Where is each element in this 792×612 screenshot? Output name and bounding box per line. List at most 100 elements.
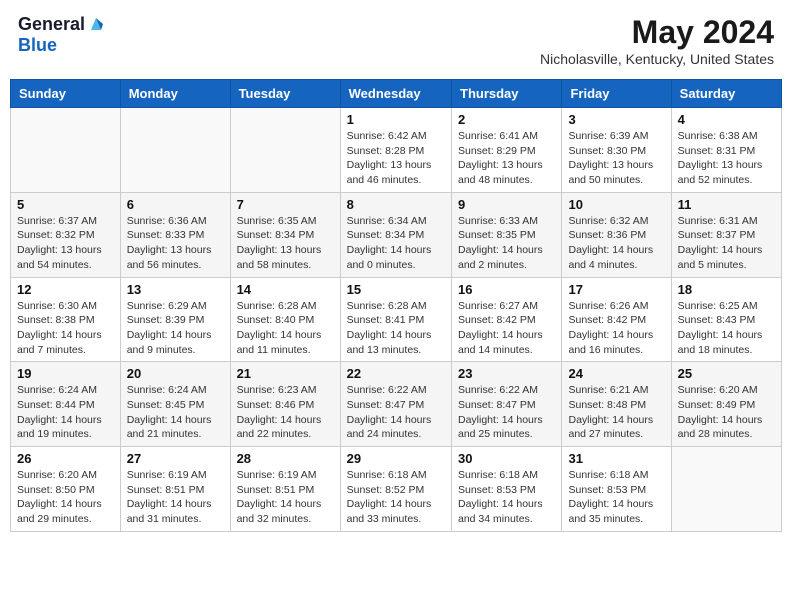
day-number: 10 [568,197,664,212]
month-year-title: May 2024 [540,14,774,51]
day-info: Sunrise: 6:27 AM Sunset: 8:42 PM Dayligh… [458,299,555,358]
logo-icon [87,14,105,32]
calendar-cell [230,108,340,193]
day-number: 2 [458,112,555,127]
day-info: Sunrise: 6:34 AM Sunset: 8:34 PM Dayligh… [347,214,445,273]
calendar-cell: 23Sunrise: 6:22 AM Sunset: 8:47 PM Dayli… [452,362,562,447]
day-number: 8 [347,197,445,212]
day-info: Sunrise: 6:19 AM Sunset: 8:51 PM Dayligh… [127,468,224,527]
calendar-cell: 5Sunrise: 6:37 AM Sunset: 8:32 PM Daylig… [11,192,121,277]
day-number: 30 [458,451,555,466]
logo-general-text: General [18,14,85,35]
calendar-cell: 10 Sunrise: 6:32 AM Sunset: 8:36 PM Dayli… [562,192,671,277]
day-info: Sunrise: 6:36 AM Sunset: 8:33 PM Dayligh… [127,214,224,273]
calendar-cell: 6 Sunrise: 6:36 AM Sunset: 8:33 PM Daylig… [120,192,230,277]
logo: General Blue [18,14,105,56]
calendar-cell: 26 Sunrise: 6:20 AM Sunset: 8:50 PM Dayli… [11,447,121,532]
day-info: Sunrise: 6:28 AM Sunset: 8:41 PM Dayligh… [347,299,445,358]
day-info: Sunrise: 6:24 AM Sunset: 8:45 PM Dayligh… [127,383,224,442]
day-info: Sunrise: 6:33 AM Sunset: 8:35 PM Dayligh… [458,214,555,273]
calendar-cell: 9 Sunrise: 6:33 AM Sunset: 8:35 PM Daylig… [452,192,562,277]
column-header-monday: Monday [120,80,230,108]
calendar-cell: 18 Sunrise: 6:25 AM Sunset: 8:43 PM Dayli… [671,277,781,362]
day-number: 3 [568,112,664,127]
calendar-cell: 31 Sunrise: 6:18 AM Sunset: 8:53 PM Dayli… [562,447,671,532]
calendar-cell: 28Sunrise: 6:19 AM Sunset: 8:51 PM Dayli… [230,447,340,532]
day-number: 6 [127,197,224,212]
day-number: 31 [568,451,664,466]
calendar-cell: 15Sunrise: 6:28 AM Sunset: 8:41 PM Dayli… [340,277,451,362]
logo-blue-text: Blue [18,35,57,55]
calendar-cell: 7Sunrise: 6:35 AM Sunset: 8:34 PM Daylig… [230,192,340,277]
day-info: Sunrise: 6:42 AM Sunset: 8:28 PM Dayligh… [347,129,445,188]
day-info: Sunrise: 6:20 AM Sunset: 8:49 PM Dayligh… [678,383,775,442]
day-number: 5 [17,197,114,212]
day-number: 27 [127,451,224,466]
day-info: Sunrise: 6:32 AM Sunset: 8:36 PM Dayligh… [568,214,664,273]
calendar-cell: 3 Sunrise: 6:39 AM Sunset: 8:30 PM Daylig… [562,108,671,193]
calendar-week-row: 19Sunrise: 6:24 AM Sunset: 8:44 PM Dayli… [11,362,782,447]
column-header-wednesday: Wednesday [340,80,451,108]
column-header-sunday: Sunday [11,80,121,108]
day-number: 9 [458,197,555,212]
location-subtitle: Nicholasville, Kentucky, United States [540,51,774,67]
day-info: Sunrise: 6:24 AM Sunset: 8:44 PM Dayligh… [17,383,114,442]
column-header-thursday: Thursday [452,80,562,108]
calendar-cell: 12 Sunrise: 6:30 AM Sunset: 8:38 PM Dayli… [11,277,121,362]
day-info: Sunrise: 6:30 AM Sunset: 8:38 PM Dayligh… [17,299,114,358]
day-info: Sunrise: 6:41 AM Sunset: 8:29 PM Dayligh… [458,129,555,188]
day-number: 4 [678,112,775,127]
day-number: 14 [237,282,334,297]
day-number: 26 [17,451,114,466]
column-header-tuesday: Tuesday [230,80,340,108]
column-header-friday: Friday [562,80,671,108]
calendar-cell: 14Sunrise: 6:28 AM Sunset: 8:40 PM Dayli… [230,277,340,362]
day-number: 1 [347,112,445,127]
day-info: Sunrise: 6:26 AM Sunset: 8:42 PM Dayligh… [568,299,664,358]
calendar-cell: 1 Sunrise: 6:42 AM Sunset: 8:28 PM Daylig… [340,108,451,193]
calendar-cell: 13 Sunrise: 6:29 AM Sunset: 8:39 PM Dayli… [120,277,230,362]
calendar-week-row: 12 Sunrise: 6:30 AM Sunset: 8:38 PM Dayli… [11,277,782,362]
day-number: 29 [347,451,445,466]
calendar-cell: 25 Sunrise: 6:20 AM Sunset: 8:49 PM Dayli… [671,362,781,447]
calendar-cell: 16 Sunrise: 6:27 AM Sunset: 8:42 PM Dayli… [452,277,562,362]
calendar-header-row: SundayMondayTuesdayWednesdayThursdayFrid… [11,80,782,108]
day-number: 21 [237,366,334,381]
calendar-cell: 4 Sunrise: 6:38 AM Sunset: 8:31 PM Daylig… [671,108,781,193]
day-number: 24 [568,366,664,381]
calendar-cell [671,447,781,532]
day-number: 23 [458,366,555,381]
calendar-cell: 29 Sunrise: 6:18 AM Sunset: 8:52 PM Dayli… [340,447,451,532]
day-info: Sunrise: 6:39 AM Sunset: 8:30 PM Dayligh… [568,129,664,188]
day-number: 17 [568,282,664,297]
day-info: Sunrise: 6:29 AM Sunset: 8:39 PM Dayligh… [127,299,224,358]
calendar-week-row: 26 Sunrise: 6:20 AM Sunset: 8:50 PM Dayli… [11,447,782,532]
calendar-cell: 8 Sunrise: 6:34 AM Sunset: 8:34 PM Daylig… [340,192,451,277]
day-info: Sunrise: 6:21 AM Sunset: 8:48 PM Dayligh… [568,383,664,442]
calendar-cell [11,108,121,193]
calendar-cell: 22Sunrise: 6:22 AM Sunset: 8:47 PM Dayli… [340,362,451,447]
column-header-saturday: Saturday [671,80,781,108]
day-number: 18 [678,282,775,297]
calendar-cell [120,108,230,193]
day-number: 25 [678,366,775,381]
calendar-cell: 30Sunrise: 6:18 AM Sunset: 8:53 PM Dayli… [452,447,562,532]
page-header: General Blue May 2024 Nicholasville, Ken… [10,10,782,71]
calendar-cell: 19Sunrise: 6:24 AM Sunset: 8:44 PM Dayli… [11,362,121,447]
day-info: Sunrise: 6:25 AM Sunset: 8:43 PM Dayligh… [678,299,775,358]
day-info: Sunrise: 6:20 AM Sunset: 8:50 PM Dayligh… [17,468,114,527]
calendar-week-row: 5Sunrise: 6:37 AM Sunset: 8:32 PM Daylig… [11,192,782,277]
calendar-week-row: 1 Sunrise: 6:42 AM Sunset: 8:28 PM Daylig… [11,108,782,193]
day-info: Sunrise: 6:38 AM Sunset: 8:31 PM Dayligh… [678,129,775,188]
day-info: Sunrise: 6:18 AM Sunset: 8:53 PM Dayligh… [568,468,664,527]
day-number: 13 [127,282,224,297]
day-number: 12 [17,282,114,297]
calendar-table: SundayMondayTuesdayWednesdayThursdayFrid… [10,79,782,532]
day-info: Sunrise: 6:19 AM Sunset: 8:51 PM Dayligh… [237,468,334,527]
day-number: 11 [678,197,775,212]
calendar-cell: 27 Sunrise: 6:19 AM Sunset: 8:51 PM Dayli… [120,447,230,532]
day-info: Sunrise: 6:18 AM Sunset: 8:52 PM Dayligh… [347,468,445,527]
day-info: Sunrise: 6:22 AM Sunset: 8:47 PM Dayligh… [347,383,445,442]
day-number: 16 [458,282,555,297]
calendar-cell: 17 Sunrise: 6:26 AM Sunset: 8:42 PM Dayli… [562,277,671,362]
